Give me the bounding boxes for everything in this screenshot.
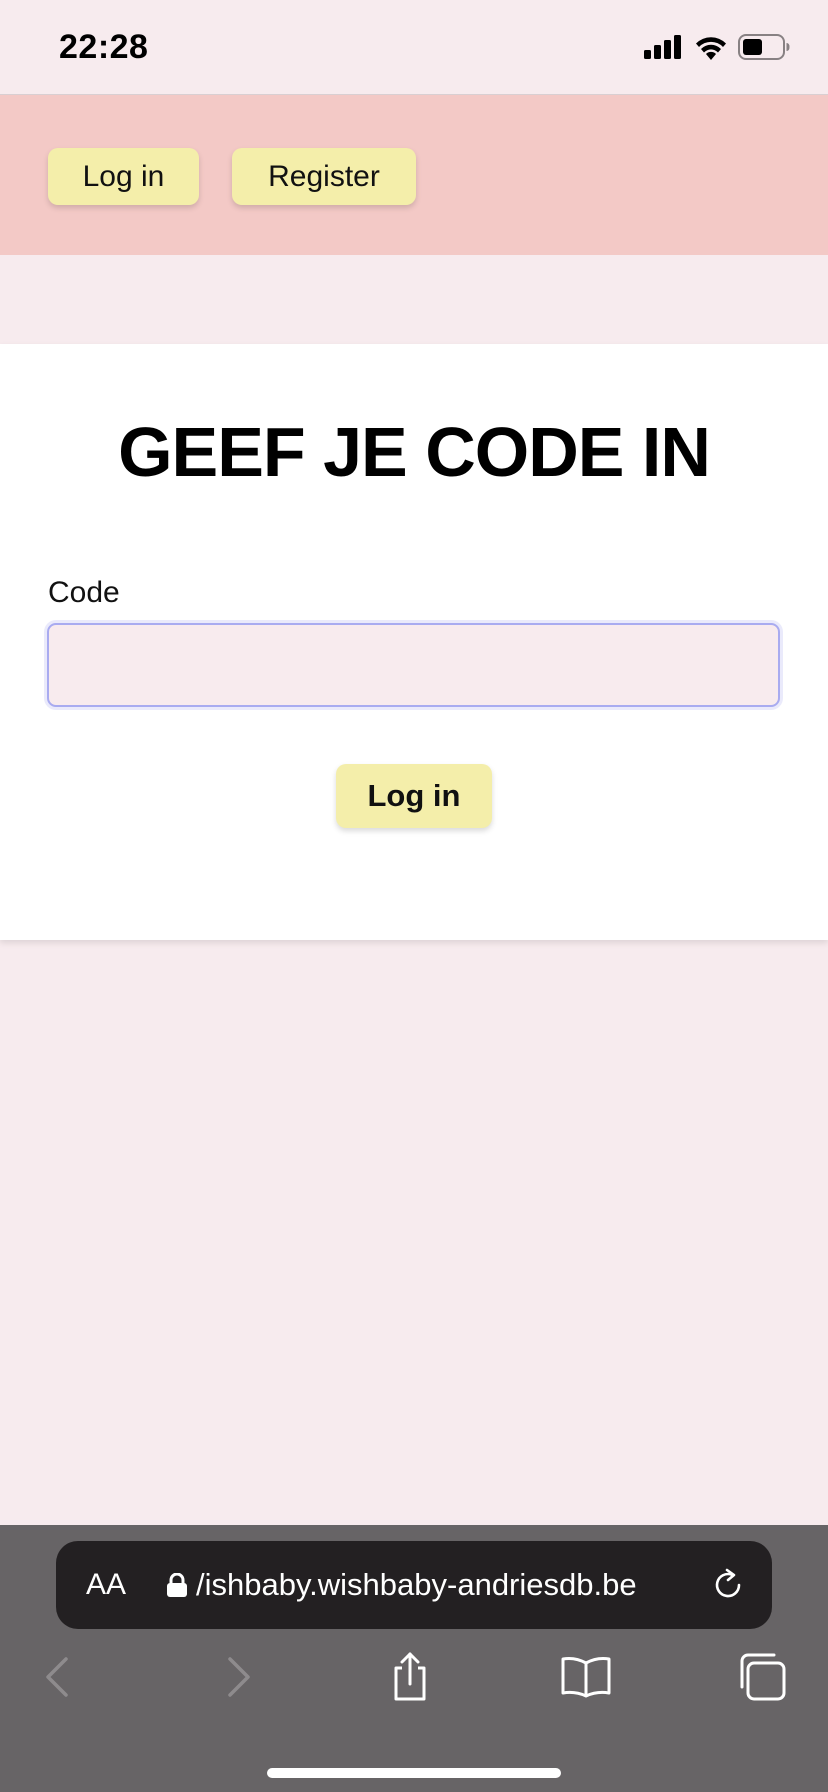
forward-icon[interactable] <box>210 1651 262 1703</box>
share-icon[interactable] <box>384 1651 436 1703</box>
nav-header: Log in Register <box>0 95 828 255</box>
battery-icon <box>738 34 790 60</box>
url-text[interactable]: /ishbaby.wishbaby-andriesdb.be <box>196 1565 736 1605</box>
cellular-signal-icon <box>644 35 681 59</box>
nav-register-button[interactable]: Register <box>232 148 416 205</box>
browser-toolbar: AA /ishbaby.wishbaby-andriesdb.be <box>0 1525 828 1792</box>
text-size-button[interactable]: AA <box>86 1565 126 1605</box>
lock-icon <box>167 1573 187 1597</box>
reload-icon[interactable] <box>710 1567 746 1603</box>
text-size-label: AA <box>86 1568 127 1601</box>
code-login-card: GEEF JE CODE IN Code Log in <box>0 344 828 940</box>
tabs-icon[interactable] <box>736 1651 788 1703</box>
back-icon[interactable] <box>34 1651 86 1703</box>
status-time: 22:28 <box>59 28 149 66</box>
bookmarks-icon[interactable] <box>560 1651 612 1703</box>
code-label: Code <box>48 576 120 609</box>
nav-login-button[interactable]: Log in <box>48 148 199 205</box>
status-bar: 22:28 <box>0 0 828 95</box>
wifi-icon <box>696 37 726 60</box>
page-title: GEEF JE CODE IN <box>118 413 711 491</box>
address-bar[interactable]: AA /ishbaby.wishbaby-andriesdb.be <box>56 1541 772 1629</box>
code-input[interactable] <box>47 623 780 707</box>
status-icons <box>644 34 790 60</box>
home-indicator <box>267 1768 561 1778</box>
login-submit-button[interactable]: Log in <box>336 764 492 828</box>
